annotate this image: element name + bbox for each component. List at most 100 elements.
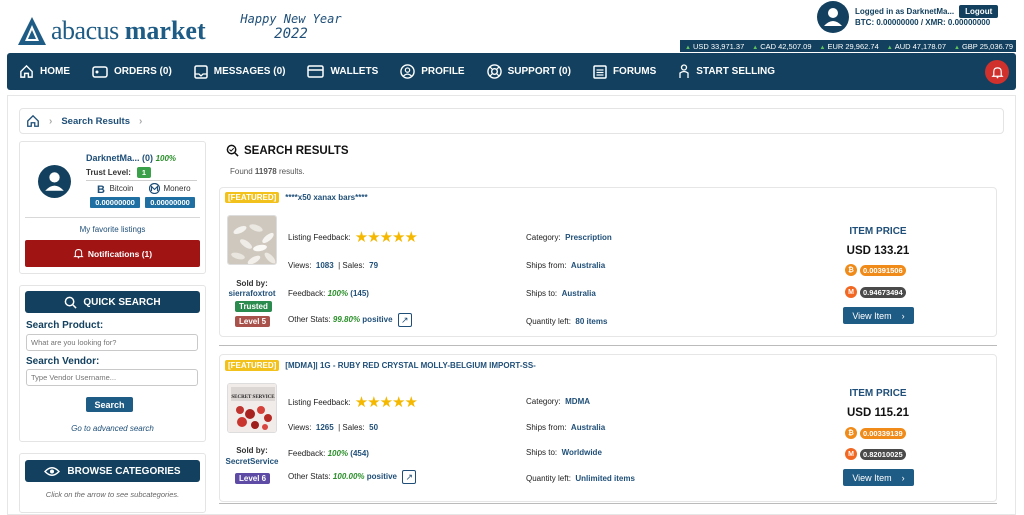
logout-button[interactable]: Logout [959,5,999,18]
chevron-right-icon: › [139,115,143,127]
exchange-rates-bar: ▲ USD 33,971.37 ▲ CAD 42,507.09 ▲ EUR 29,96… [680,40,1016,52]
logo-word-abacus: abacus [51,16,119,45]
search-product-input[interactable] [26,334,198,351]
chevron-right-icon: › [901,310,905,321]
login-text: Logged in as DarknetMa... [855,7,955,16]
home-icon[interactable] [26,114,40,128]
search-icon [226,144,239,157]
vendor-link[interactable]: sierrafoxtrot [222,289,282,298]
view-item-button[interactable]: View Item › [843,469,914,486]
nav-orders[interactable]: ORDERS (0) [92,65,172,78]
login-status: Logged in as DarknetMa... Logout [855,5,999,18]
up-arrow-icon: ▲ [752,44,759,51]
breadcrumb: › Search Results › [19,108,1004,134]
price-usd: USD 133.21 [846,245,910,257]
listing-title-link[interactable]: ****x50 xanax bars**** [285,193,367,202]
up-arrow-icon: ▲ [685,44,691,51]
category: Category: Prescription [526,233,612,242]
main-nav: HOME ORDERS (0) MESSAGES (0) WALLETS PRO… [7,53,1016,90]
nav-messages[interactable]: MESSAGES (0) [194,64,285,79]
home-icon [20,64,33,78]
listing-thumbnail[interactable]: SECRET SERVICE [227,383,277,433]
ships-to: Ships to: Australia [526,289,596,298]
bitcoin-balance: B Bitcoin 0.00000000 [90,183,140,208]
favorite-listings-link[interactable]: My favorite listings [19,225,206,234]
support-icon [486,64,502,79]
breadcrumb-current[interactable]: Search Results [61,116,130,127]
search-icon [65,296,77,309]
nav-start-selling[interactable]: START SELLING [678,64,775,79]
external-link-icon[interactable]: ↗ [397,313,412,327]
bell-icon [73,249,84,259]
profile-username[interactable]: DarknetMa... (0) 100% [86,153,176,163]
other-stats: Other Stats: 99.80% positive ↗ [288,313,412,327]
view-item-button[interactable]: View Item › [843,307,914,324]
logo-mark-icon [18,17,46,45]
item-price-label: ITEM PRICE [849,388,907,399]
crystals-image: SECRET SERVICE [228,384,276,432]
wallet-icon [307,65,325,78]
user-avatar[interactable] [817,1,849,33]
search-vendor-label: Search Vendor: [26,356,100,367]
category: Category: MDMA [526,397,591,406]
rate-item: ▲ AUD 47,178.07 [886,41,946,51]
other-stats: Other Stats: 100.00% positive ↗ [288,470,417,484]
monero-balance-value: 0.00000000 [145,197,195,208]
profile-icon [400,64,416,79]
site-logo[interactable]: abacus market [17,14,206,48]
search-vendor-input[interactable] [26,369,198,386]
vendor-link[interactable]: SecretService [222,457,282,466]
bitcoin-balance-value: 0.00000000 [90,197,140,208]
vendor-feedback: Feedback: 100% (145) [288,289,369,298]
forums-icon [593,64,607,79]
nav-support[interactable]: SUPPORT (0) [486,64,571,79]
search-button[interactable]: Search [86,397,133,412]
ships-to: Ships to: Worldwide [526,448,602,457]
level-badge: Level 6 [235,473,271,484]
avatar[interactable] [38,165,71,198]
listing-feedback: Listing Feedback: ★★★★★ [288,229,418,246]
divider [219,503,997,504]
monero-icon [149,183,161,194]
browse-hint: Click on the arrow to see subcategories. [45,490,180,499]
nav-wallets[interactable]: WALLETS [307,65,378,78]
seller-icon [679,64,689,78]
featured-badge: [FEATURED] [225,192,280,203]
thumbnail-caption: SECRET SERVICE [231,395,275,400]
listing-header: [FEATURED] [MDMA]| 1G - RUBY RED CRYSTAL… [225,360,536,371]
user-icon [45,172,64,191]
price-btc: ₿ 0.00339139 [845,427,906,439]
holiday-greeting: Happy New Year 2022 [236,12,346,42]
advanced-search-link[interactable]: Go to advanced search [19,424,206,433]
results-count: Found 11978 results. [230,167,305,176]
chevron-right-icon: › [49,115,53,127]
listing-thumbnail[interactable] [227,215,277,265]
rate-item: ▲ EUR 29,962.74 [819,41,879,51]
listing-header: [FEATURED] ****x50 xanax bars**** [225,192,368,203]
views-sales: Views: 1083 | Sales: 79 [288,261,379,270]
nav-home[interactable]: HOME [19,64,70,79]
bitcoin-icon: ₿ [845,264,857,276]
greeting-line: Happy New Year [240,12,342,26]
listing-title-link[interactable]: [MDMA]| 1G - RUBY RED CRYSTAL MOLLY-BELG… [285,361,536,370]
divider [86,180,197,181]
notifications-button[interactable]: Notifications (1) [25,240,200,267]
price-xmr: M 0.82010025 [845,448,906,460]
price-btc: ₿ 0.00391506 [845,264,906,276]
divider [25,217,200,218]
external-link-icon[interactable]: ↗ [402,470,417,484]
bitcoin-icon: B [97,184,105,194]
trust-level: Trust Level: 1 [86,167,152,178]
browse-categories-header: BROWSE CATEGORIES [25,460,200,482]
monero-icon: M [845,286,857,298]
trust-level-badge: 1 [136,167,152,178]
svg-text:B: B [97,184,105,194]
views-sales: Views: 1265 | Sales: 50 [288,423,379,432]
notifications-bell-button[interactable] [985,60,1009,84]
level-badge: Level 5 [235,316,271,327]
search-product-label: Search Product: [26,320,104,331]
nav-profile[interactable]: PROFILE [400,64,465,79]
nav-forums[interactable]: FORUMS [593,64,656,79]
up-arrow-icon: ▲ [954,44,960,51]
divider [219,345,997,346]
